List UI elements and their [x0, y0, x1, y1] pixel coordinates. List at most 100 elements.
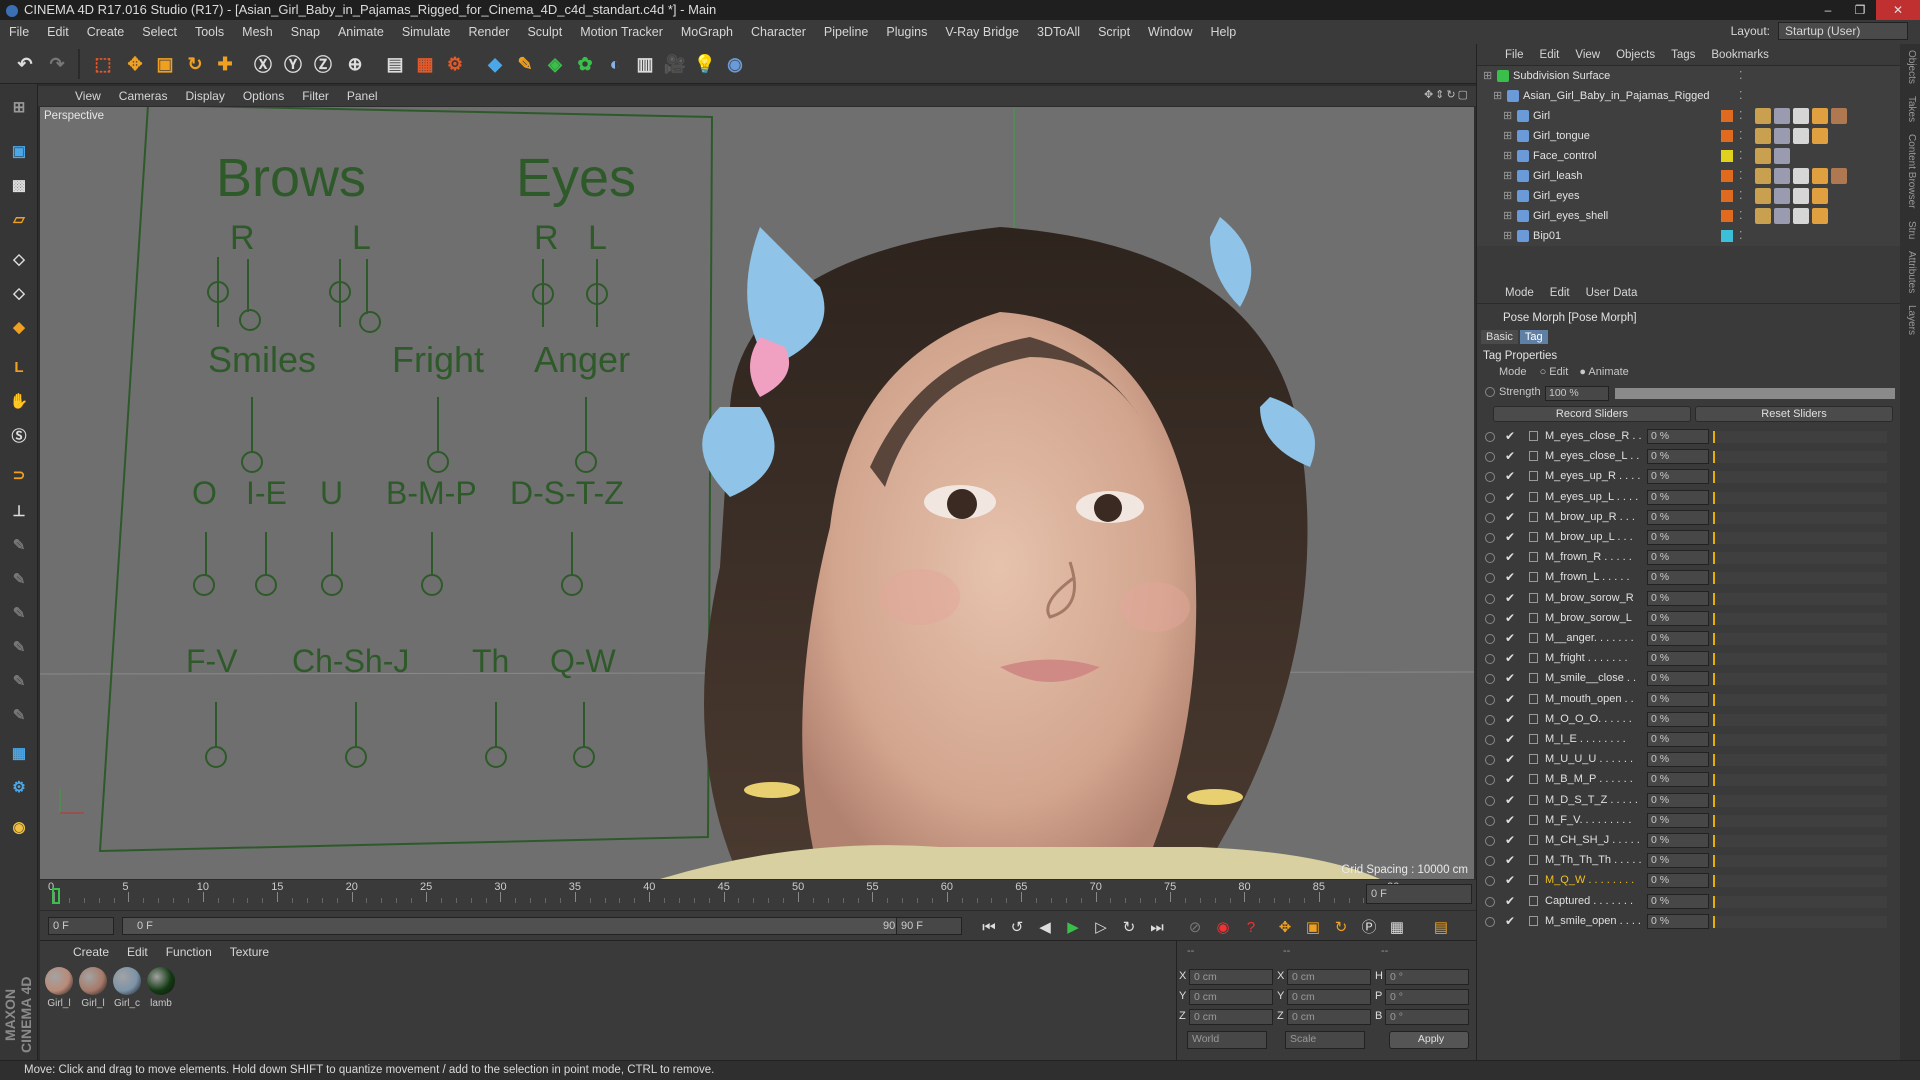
morph-slider-bar[interactable] [1713, 451, 1887, 464]
menu-mesh[interactable]: Mesh [233, 25, 282, 39]
model-mode-icon[interactable]: ▣ [3, 136, 35, 166]
morph-value-field[interactable]: 0 % [1647, 833, 1709, 848]
animate-dot-icon[interactable] [1485, 714, 1495, 725]
enable-checkbox[interactable]: ✔ [1505, 446, 1515, 466]
key-position-icon[interactable]: ✥ [1274, 917, 1296, 939]
key-pla-icon[interactable]: ▦ [1386, 917, 1408, 939]
morph-value-field[interactable]: 0 % [1647, 853, 1709, 869]
strength-slider[interactable] [1615, 388, 1895, 399]
enable-checkbox[interactable]: ✔ [1505, 426, 1515, 446]
animate-dot-icon[interactable] [1485, 613, 1495, 624]
enable-checkbox[interactable]: ✔ [1505, 668, 1515, 688]
sculpt-smooth-icon[interactable]: ✎ [3, 598, 35, 628]
world-dropdown[interactable]: World [1187, 1031, 1267, 1049]
morph-value-field[interactable]: 0 % [1647, 429, 1709, 444]
play-icon[interactable]: ▶ [1062, 917, 1084, 939]
previous-frame-icon[interactable]: ◀ [1034, 917, 1056, 939]
animate-dot-icon[interactable] [1485, 573, 1495, 584]
animate-dot-icon[interactable] [1485, 735, 1495, 745]
tag-icon[interactable] [1755, 208, 1771, 224]
enable-checkbox[interactable]: ✔ [1505, 870, 1515, 890]
object-row[interactable]: ⊞ Face_control ⁚ [1477, 146, 1901, 166]
expand-icon[interactable]: ⊞ [1503, 206, 1512, 226]
morph-value-field[interactable]: 0 % [1647, 873, 1709, 889]
object-row[interactable]: ⊞ Girl_eyes_shell ⁚ [1477, 206, 1901, 226]
current-frame-field[interactable]: 0 F [1366, 884, 1472, 904]
coord-field[interactable]: 0 cm [1287, 989, 1371, 1005]
next-frame-icon[interactable]: ▷ [1090, 917, 1112, 939]
tag-icon[interactable] [1793, 208, 1809, 224]
strength-animate-dot[interactable] [1485, 387, 1495, 397]
make-editable-icon[interactable]: ⊞ [3, 92, 35, 122]
object-row[interactable]: ⊞ Girl ⁚ [1477, 106, 1901, 126]
object-menu-edit[interactable]: Edit [1532, 49, 1568, 61]
morph-slider-bar[interactable] [1713, 734, 1887, 746]
start-frame-field[interactable]: 0 F [48, 917, 114, 935]
previous-key-icon[interactable]: ↺ [1006, 917, 1028, 939]
frame-ruler[interactable]: 051015202530354045505560657075808590 [48, 881, 1434, 908]
menu-tools[interactable]: Tools [186, 25, 233, 39]
expand-icon[interactable]: ⊞ [1493, 86, 1502, 106]
morph-value-field[interactable]: 0 % [1647, 509, 1709, 525]
keyframe-selection-icon[interactable]: ? [1240, 917, 1262, 939]
enable-checkbox[interactable]: ✔ [1505, 588, 1515, 608]
tag-icon[interactable] [1831, 108, 1847, 124]
morph-slider-row[interactable]: ✔ M_eyes_close_L . . 0 % [1477, 446, 1901, 466]
morph-slider-row[interactable]: ✔ M_brow_sorow_L 0 % [1477, 608, 1901, 628]
object-row[interactable]: ⊞ Subdivision Surface ⁚ [1477, 66, 1901, 86]
morph-slider-row[interactable]: ✔ M_U_U_U . . . . . . 0 % [1477, 749, 1901, 769]
morph-value-field[interactable]: 0 % [1647, 530, 1709, 545]
animate-dot-icon[interactable] [1485, 896, 1495, 907]
animate-dot-icon[interactable] [1485, 694, 1495, 705]
morph-slider-row[interactable]: ✔ M_smile_open . . . . 0 % [1477, 911, 1901, 931]
y-axis-lock-icon[interactable]: Ⓨ [278, 49, 308, 79]
morph-slider-bar[interactable] [1713, 653, 1887, 666]
coord-field[interactable]: 0 cm [1189, 1009, 1273, 1025]
cube-object-icon[interactable]: ◆ [480, 49, 510, 79]
animate-dot-icon[interactable] [1485, 654, 1495, 665]
side-tab-objects[interactable]: Objects [1903, 44, 1917, 90]
undo-icon[interactable]: ↶ [10, 49, 40, 79]
multi-tool-icon[interactable]: ✚ [210, 49, 240, 79]
snap-icon[interactable]: Ⓢ [3, 420, 35, 450]
morph-slider-bar[interactable] [1713, 491, 1887, 504]
morph-slider-bar[interactable] [1713, 875, 1887, 888]
go-to-start-icon[interactable]: ⏮ [978, 917, 1000, 939]
viewport-nav-icons[interactable]: ✥⇕↻▢ [1424, 88, 1470, 101]
render-settings-icon[interactable]: ⚙ [440, 49, 470, 79]
record-sliders-button[interactable]: Record Sliders [1493, 406, 1691, 422]
tag-icon[interactable] [1755, 168, 1771, 184]
visibility-dots-icon[interactable]: ⁚ [1739, 86, 1743, 106]
redo-icon[interactable]: ↷ [42, 49, 72, 79]
morph-slider-row[interactable]: ✔ M_frown_R . . . . . 0 % [1477, 547, 1901, 567]
tag-icon[interactable] [1831, 168, 1847, 184]
go-to-end-icon[interactable]: ⏭ [1146, 917, 1168, 939]
reset-sliders-button[interactable]: Reset Sliders [1695, 406, 1893, 422]
morph-slider-bar[interactable] [1713, 673, 1887, 686]
coord-field[interactable]: 0 ° [1385, 989, 1469, 1005]
object-row[interactable]: ⊞ Girl_tongue ⁚ [1477, 126, 1901, 146]
expand-icon[interactable]: ⊞ [1483, 66, 1492, 86]
visibility-dots-icon[interactable]: ⁚ [1739, 66, 1743, 86]
morph-slider-row[interactable]: ✔ M_B_M_P . . . . . . 0 % [1477, 769, 1901, 789]
morph-slider-bar[interactable] [1713, 915, 1887, 928]
tag-icon[interactable] [1793, 188, 1809, 204]
morph-value-field[interactable]: 0 % [1647, 913, 1709, 929]
morph-value-field[interactable]: 0 % [1647, 752, 1709, 768]
layer-color-swatch[interactable] [1721, 170, 1733, 182]
preview-range-slider[interactable]: 0 F 90 F [122, 917, 930, 935]
key-rotation-icon[interactable]: ↻ [1330, 917, 1352, 939]
morph-slider-bar[interactable] [1713, 794, 1887, 807]
morph-slider-row[interactable]: ✔ M_eyes_close_R . . 0 % [1477, 426, 1901, 446]
viewport-menu-display[interactable]: Display [176, 89, 233, 103]
grid-checker-icon[interactable]: ▦ [3, 738, 35, 768]
enable-checkbox[interactable]: ✔ [1505, 547, 1515, 567]
morph-slider-row[interactable]: ✔ M_D_S_T_Z . . . . . 0 % [1477, 790, 1901, 810]
enable-checkbox[interactable]: ✔ [1505, 830, 1515, 850]
animate-dot-icon[interactable] [1485, 492, 1495, 503]
enable-checkbox[interactable]: ✔ [1505, 891, 1515, 911]
tag-icon[interactable] [1812, 168, 1828, 184]
morph-slider-bar[interactable] [1713, 693, 1887, 706]
perspective-viewport[interactable]: Brows Eyes R L R L Smiles Fright Anger O… [40, 107, 1474, 879]
morph-slider-row[interactable]: ✔ M_CH_SH_J . . . . . 0 % [1477, 830, 1901, 850]
